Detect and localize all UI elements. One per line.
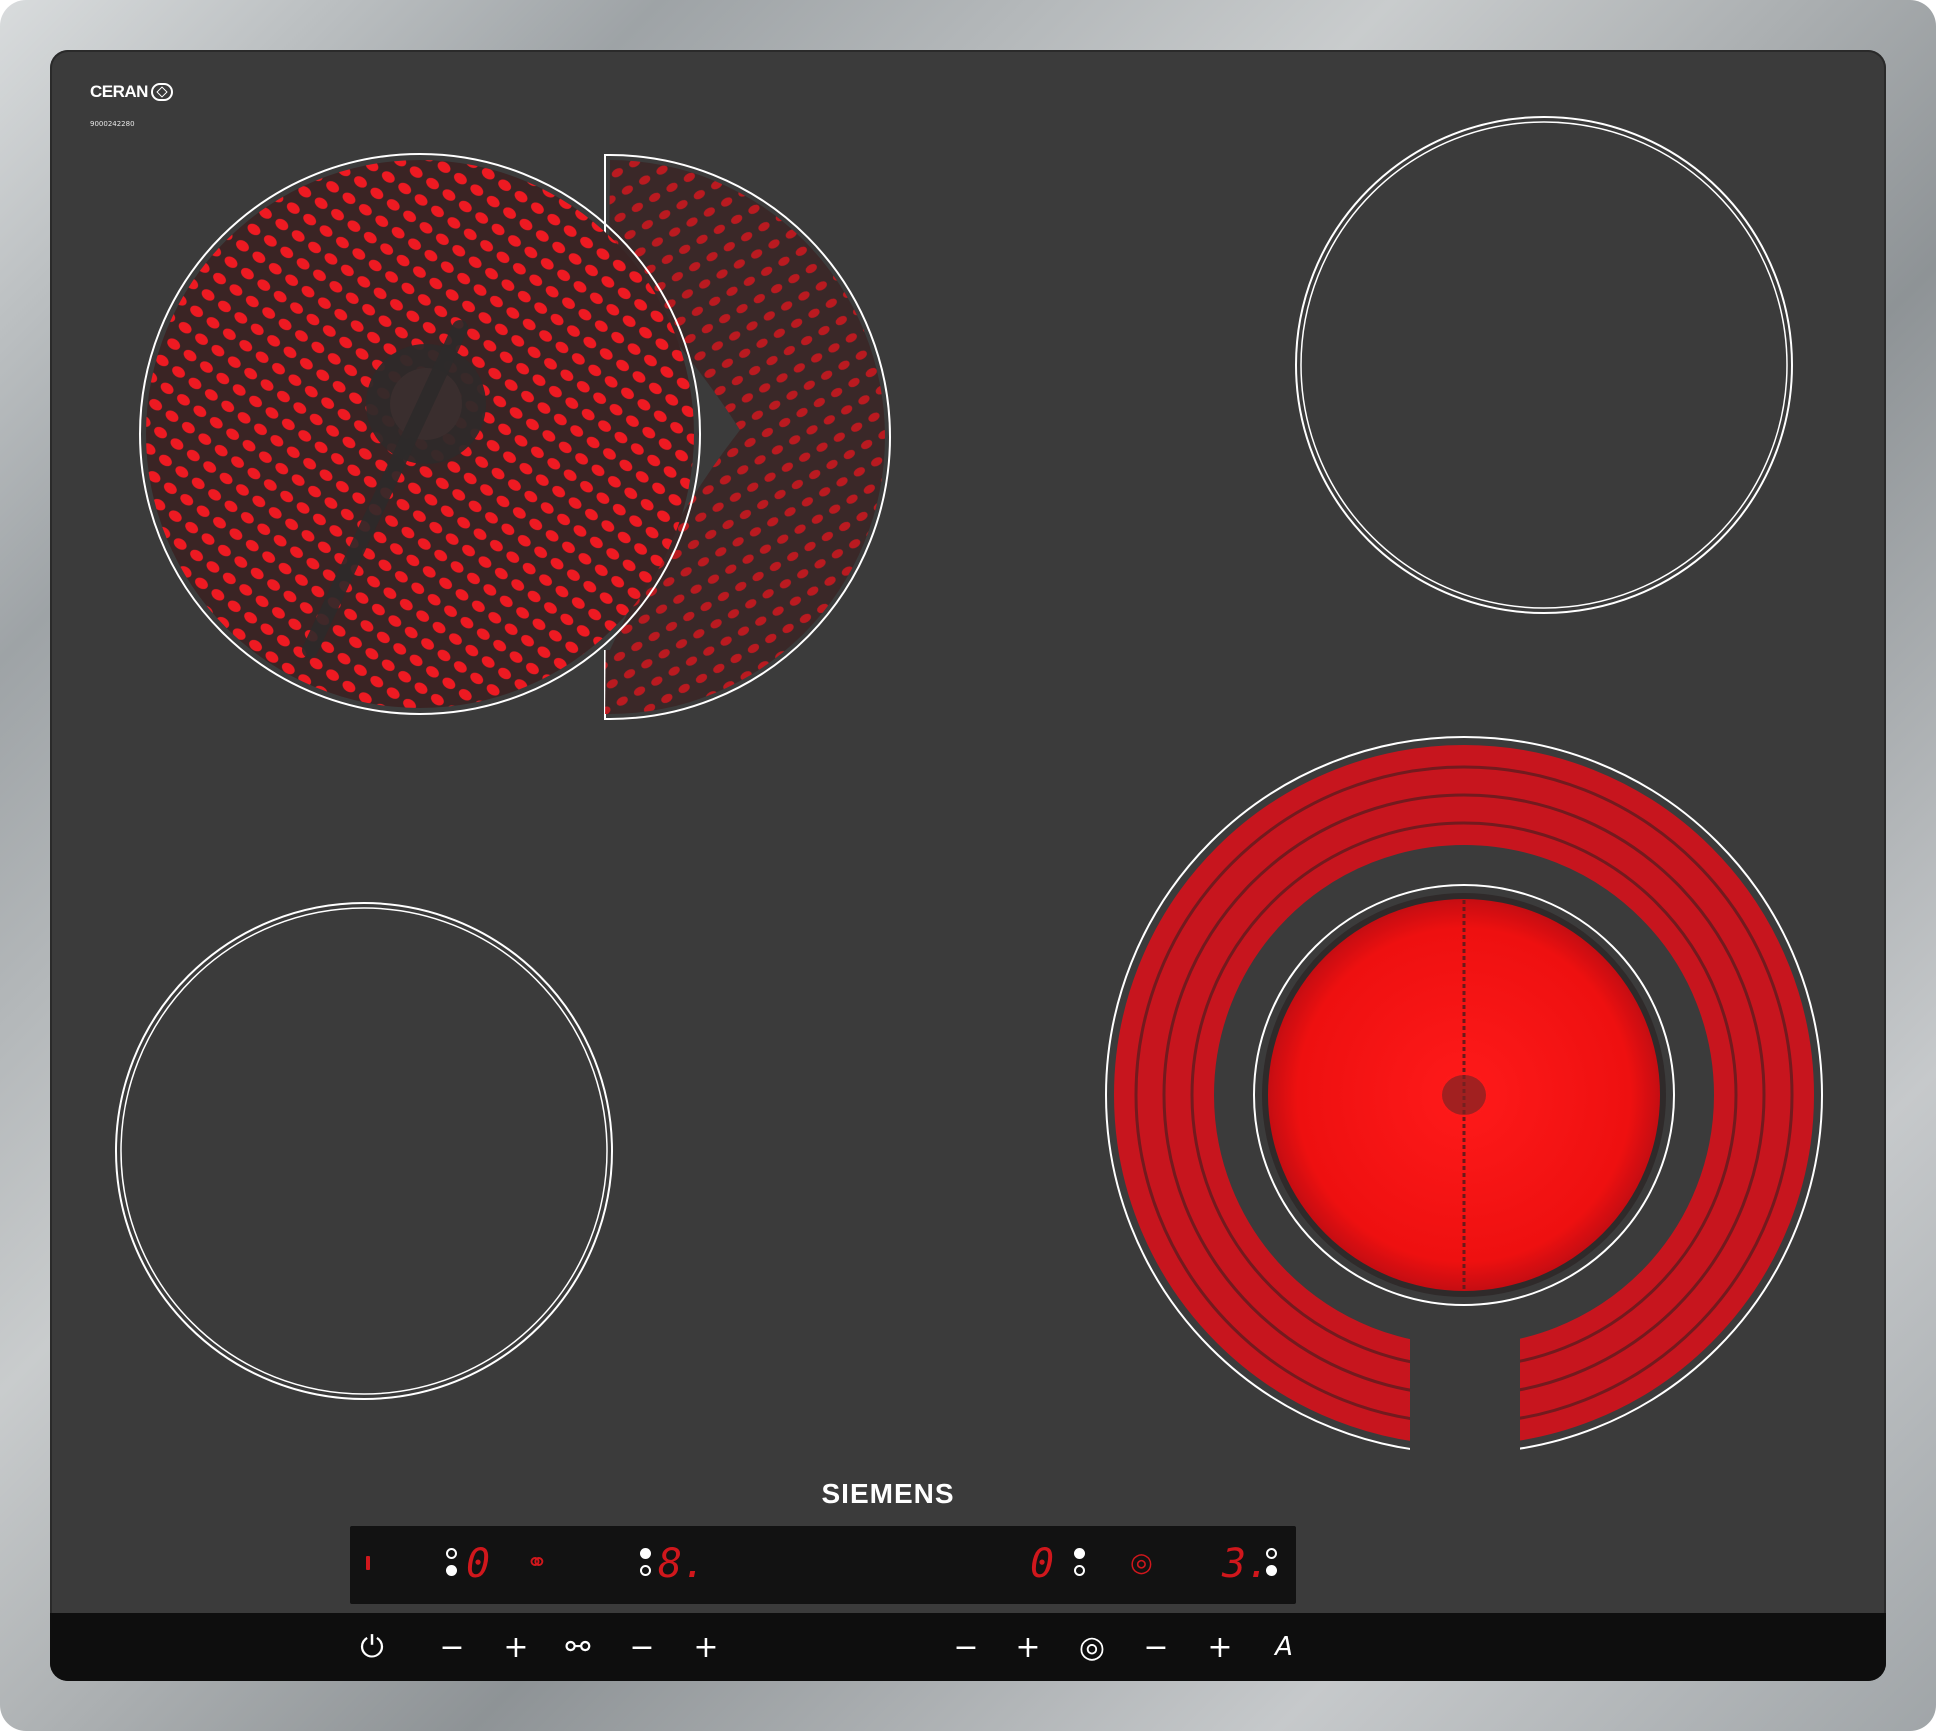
extended-zone-indicator-icon: ⚭ [526, 1548, 548, 1578]
zone-3-level: 0 [1030, 1541, 1055, 1587]
zone-2-minus-button[interactable]: − [618, 1619, 666, 1675]
auto-icon[interactable]: A [1260, 1619, 1308, 1675]
zone-dual-heated [1105, 736, 1823, 1460]
zone-1-plus-button[interactable]: + [492, 1619, 540, 1675]
zone-position-indicator-1 [446, 1548, 458, 1582]
dual-zone-icon[interactable]: ◎ [1068, 1619, 1116, 1675]
control-display: 0 ⚭ 8. 0 ◎ 3. [350, 1526, 1296, 1604]
dual-zone-indicator-icon: ◎ [1130, 1548, 1153, 1578]
power-indicator [366, 1556, 370, 1570]
zone-3-minus-button[interactable]: − [942, 1619, 990, 1675]
zone-4-minus-button[interactable]: − [1132, 1619, 1180, 1675]
zone-2-level: 8. [658, 1541, 707, 1587]
touch-control-strip: ⏻ − + ⚯ − + − + ◎ − + A [50, 1613, 1886, 1681]
brand-logo: SIEMENS [821, 1478, 955, 1509]
zone-1-minus-button[interactable]: − [428, 1619, 476, 1675]
zone-3-plus-button[interactable]: + [1004, 1619, 1052, 1675]
zone-top-right-off [1295, 116, 1793, 614]
hob-image: CERAN 9000242280 SIEMENS 0 ⚭ 8. 0 ◎ 3. ⏻… [0, 0, 1936, 1731]
power-icon[interactable]: ⏻ [348, 1619, 396, 1675]
zone-position-indicator-3 [1074, 1548, 1086, 1582]
zone-4-level: 3. [1222, 1541, 1271, 1587]
zone-1-level: 0 [466, 1541, 491, 1587]
cooking-zones [115, 116, 1823, 1460]
extended-zone-icon[interactable]: ⚯ [554, 1619, 602, 1675]
zone-position-indicator-2 [640, 1548, 652, 1582]
zone-4-plus-button[interactable]: + [1196, 1619, 1244, 1675]
zone-position-indicator-4 [1266, 1548, 1278, 1582]
ceramic-glass-surface: CERAN 9000242280 SIEMENS 0 ⚭ 8. 0 ◎ 3. ⏻… [50, 50, 1886, 1681]
zone-extended-heated [139, 153, 891, 720]
zone-2-plus-button[interactable]: + [682, 1619, 730, 1675]
zone-bottom-left-off [115, 902, 613, 1400]
